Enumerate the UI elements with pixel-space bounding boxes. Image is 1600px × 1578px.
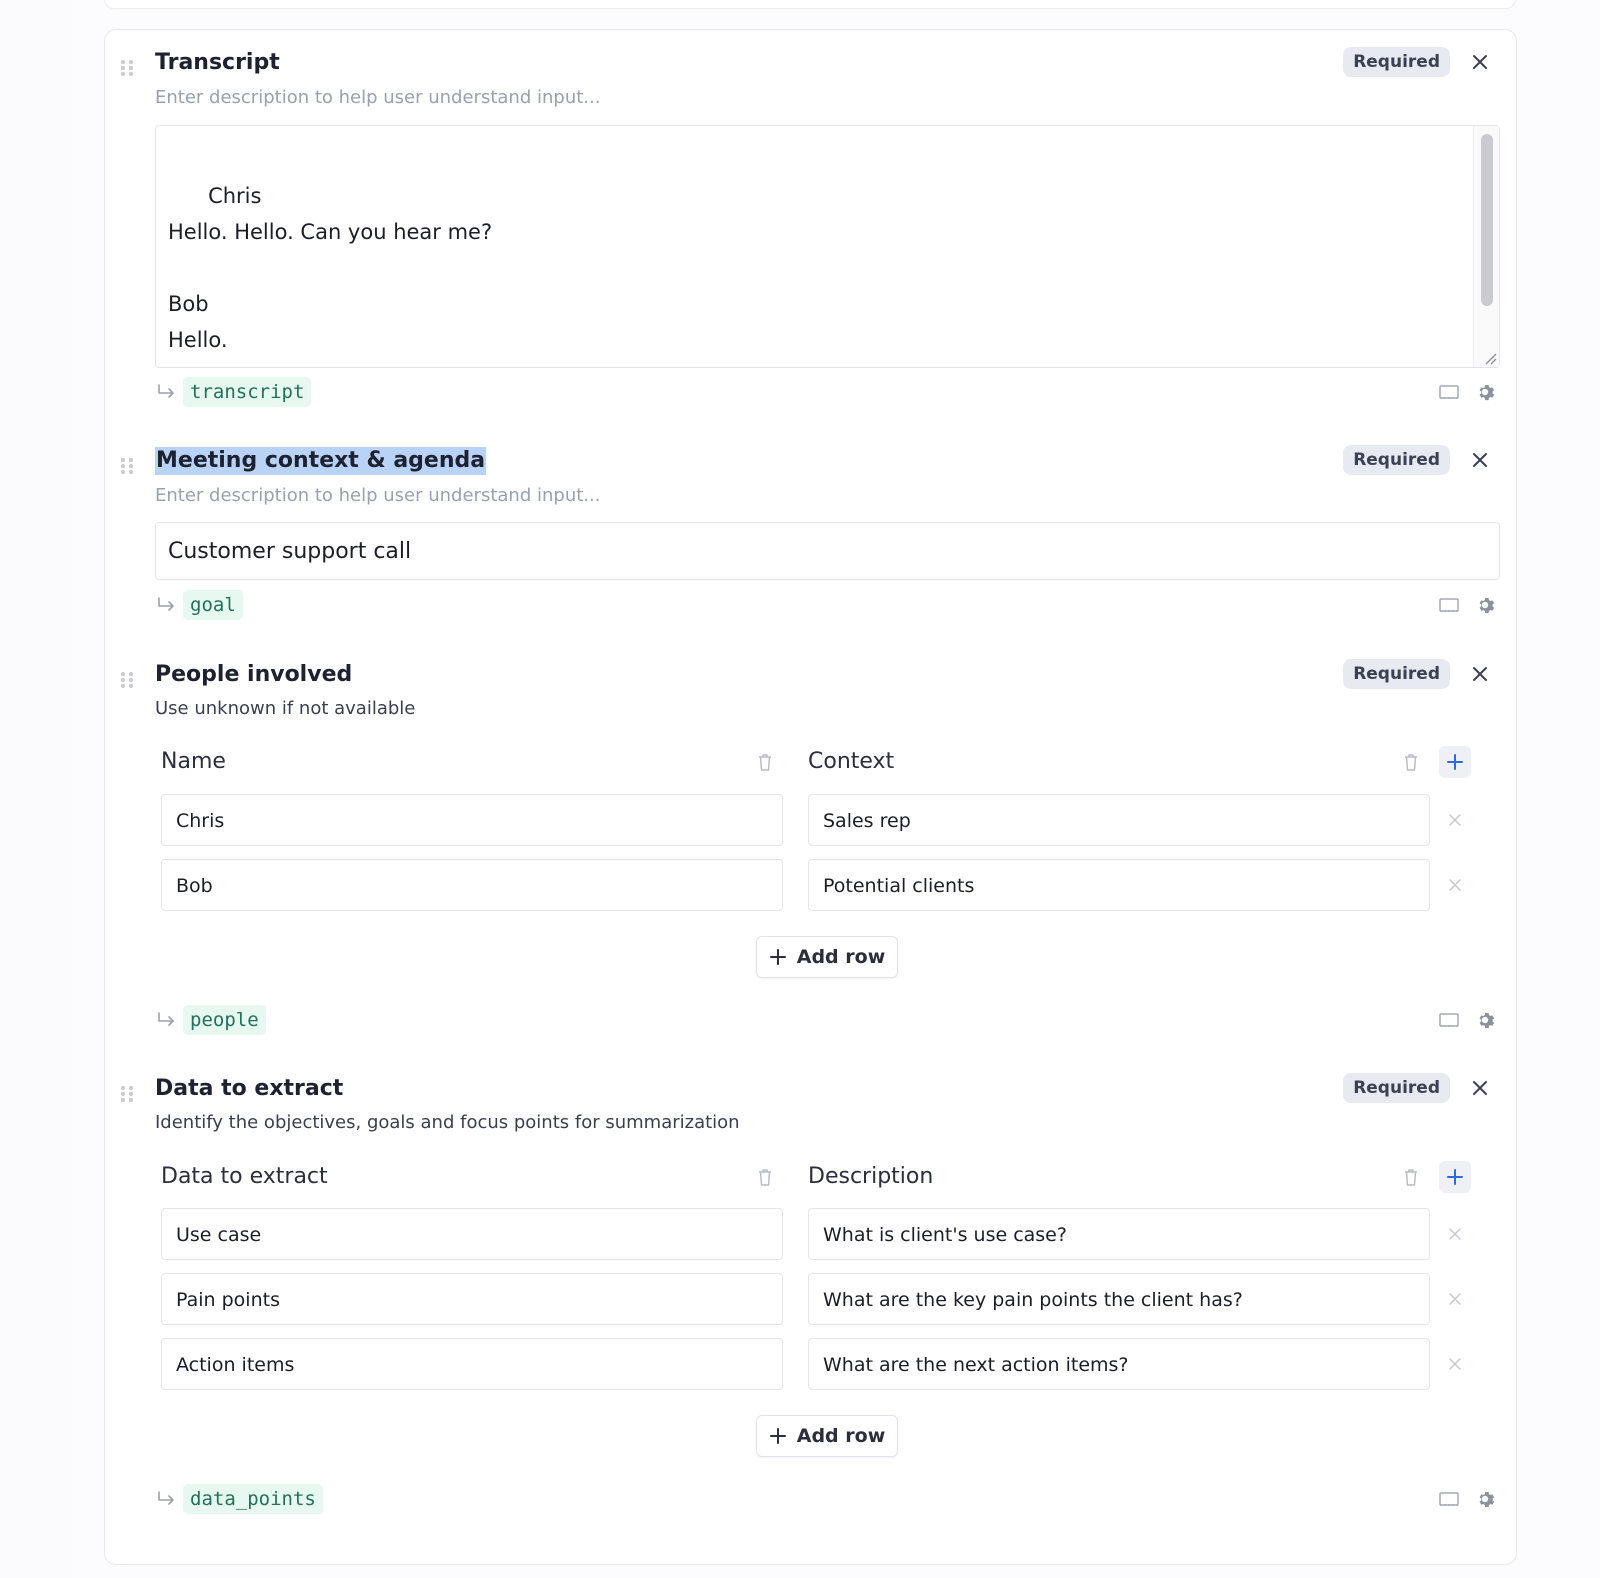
drag-handle-icon[interactable] bbox=[121, 672, 133, 690]
add-row-button[interactable]: Add row bbox=[756, 936, 898, 978]
return-arrow-icon bbox=[158, 597, 174, 611]
required-badge[interactable]: Required bbox=[1343, 659, 1450, 689]
required-badge[interactable]: Required bbox=[1343, 47, 1450, 77]
field-description[interactable]: Enter description to help user understan… bbox=[155, 86, 600, 110]
trash-icon[interactable] bbox=[1399, 750, 1423, 774]
table-cell[interactable]: Sales rep bbox=[808, 794, 1430, 846]
drag-handle-icon[interactable] bbox=[121, 458, 133, 476]
field-title[interactable]: Meeting context & agenda bbox=[155, 447, 487, 475]
remove-row-icon[interactable] bbox=[1445, 875, 1465, 895]
gear-icon[interactable] bbox=[1474, 594, 1496, 616]
plus-icon bbox=[1447, 1169, 1463, 1185]
gear-icon[interactable] bbox=[1474, 1488, 1496, 1510]
return-arrow-icon bbox=[158, 384, 174, 398]
remove-row-icon[interactable] bbox=[1445, 1289, 1465, 1309]
variable-row: transcript bbox=[155, 377, 312, 407]
remove-row-icon[interactable] bbox=[1445, 1224, 1465, 1244]
variable-row: goal bbox=[155, 590, 243, 620]
close-icon[interactable] bbox=[1464, 444, 1496, 476]
textarea-value: Chris Hello. Hello. Can you hear me? Bob… bbox=[168, 184, 493, 352]
drag-handle-icon[interactable] bbox=[121, 60, 133, 78]
table-cell[interactable]: What is client's use case? bbox=[808, 1208, 1430, 1260]
expand-icon[interactable] bbox=[1438, 596, 1460, 614]
field-title[interactable]: Data to extract bbox=[155, 1075, 343, 1103]
column-header-name[interactable]: Name bbox=[161, 748, 226, 776]
field-tools bbox=[1438, 1484, 1496, 1514]
variable-chip[interactable]: data_points bbox=[183, 1484, 323, 1514]
transcript-textarea[interactable]: Chris Hello. Hello. Can you hear me? Bob… bbox=[155, 125, 1500, 368]
table-cell[interactable]: What are the key pain points the client … bbox=[808, 1273, 1430, 1325]
table-cell[interactable]: Action items bbox=[161, 1338, 783, 1390]
field-tools bbox=[1438, 590, 1496, 620]
drag-handle-icon[interactable] bbox=[121, 1086, 133, 1104]
scrollbar-thumb[interactable] bbox=[1481, 134, 1493, 306]
close-icon[interactable] bbox=[1464, 46, 1496, 78]
plus-icon bbox=[1447, 754, 1463, 770]
return-arrow-icon bbox=[158, 1491, 174, 1505]
table-cell[interactable]: What are the next action items? bbox=[808, 1338, 1430, 1390]
return-arrow-icon bbox=[158, 1012, 174, 1026]
add-column-button[interactable] bbox=[1439, 746, 1471, 778]
table-cell[interactable]: Chris bbox=[161, 794, 783, 846]
field-description[interactable]: Identify the objectives, goals and focus… bbox=[155, 1111, 740, 1135]
inputs-card: Transcript Required Enter description to… bbox=[104, 29, 1517, 1565]
expand-icon[interactable] bbox=[1438, 1011, 1460, 1029]
previous-card bbox=[104, 0, 1516, 9]
gear-icon[interactable] bbox=[1474, 1009, 1496, 1031]
field-tools bbox=[1438, 377, 1496, 407]
variable-chip[interactable]: goal bbox=[183, 590, 243, 620]
expand-icon[interactable] bbox=[1438, 383, 1460, 401]
required-badge[interactable]: Required bbox=[1343, 1073, 1450, 1103]
field-description[interactable]: Use unknown if not available bbox=[155, 697, 415, 721]
table-cell[interactable]: Potential clients bbox=[808, 859, 1430, 911]
meeting-context-input[interactable]: Customer support call bbox=[155, 522, 1500, 580]
resize-grip-icon[interactable] bbox=[1483, 351, 1497, 365]
column-header-context[interactable]: Context bbox=[808, 748, 894, 776]
variable-chip[interactable]: people bbox=[183, 1005, 266, 1035]
required-badge[interactable]: Required bbox=[1343, 445, 1450, 475]
trash-icon[interactable] bbox=[753, 1165, 777, 1189]
expand-icon[interactable] bbox=[1438, 1490, 1460, 1508]
field-description[interactable]: Enter description to help user understan… bbox=[155, 484, 600, 508]
plus-icon bbox=[769, 949, 786, 965]
add-column-button[interactable] bbox=[1439, 1161, 1471, 1193]
variable-chip[interactable]: transcript bbox=[183, 377, 312, 407]
table-cell[interactable]: Pain points bbox=[161, 1273, 783, 1325]
variable-row: data_points bbox=[155, 1484, 323, 1514]
table-cell[interactable]: Bob bbox=[161, 859, 783, 911]
left-gutter bbox=[0, 0, 72, 1578]
trash-icon[interactable] bbox=[1399, 1165, 1423, 1189]
plus-icon bbox=[769, 1428, 786, 1444]
add-row-label: Add row bbox=[796, 1425, 886, 1447]
add-row-label: Add row bbox=[796, 946, 886, 968]
close-icon[interactable] bbox=[1464, 1072, 1496, 1104]
field-title[interactable]: Transcript bbox=[155, 49, 280, 77]
add-row-button[interactable]: Add row bbox=[756, 1415, 898, 1457]
variable-row: people bbox=[155, 1005, 266, 1035]
remove-row-icon[interactable] bbox=[1445, 810, 1465, 830]
trash-icon[interactable] bbox=[753, 750, 777, 774]
field-tools bbox=[1438, 1005, 1496, 1035]
gear-icon[interactable] bbox=[1474, 381, 1496, 403]
column-header-data[interactable]: Data to extract bbox=[161, 1163, 328, 1191]
scrollbar[interactable] bbox=[1473, 126, 1499, 367]
close-icon[interactable] bbox=[1464, 658, 1496, 690]
table-cell[interactable]: Use case bbox=[161, 1208, 783, 1260]
column-header-description[interactable]: Description bbox=[808, 1163, 933, 1191]
field-title[interactable]: People involved bbox=[155, 661, 352, 689]
remove-row-icon[interactable] bbox=[1445, 1354, 1465, 1374]
